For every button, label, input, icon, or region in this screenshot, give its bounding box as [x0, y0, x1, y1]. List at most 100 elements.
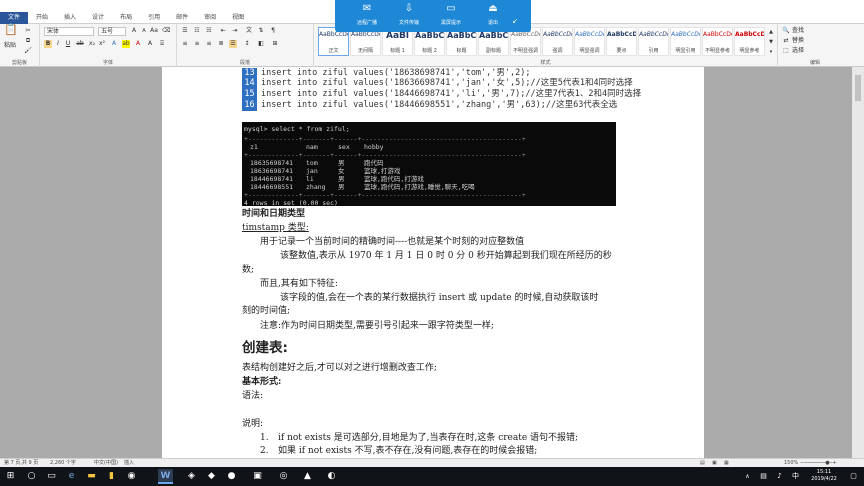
find-button[interactable]: 查找: [792, 27, 804, 35]
word-icon[interactable]: W: [158, 469, 173, 484]
zoom-slider[interactable]: −───────●─+: [800, 459, 837, 467]
shrink-font-icon[interactable]: A: [140, 27, 148, 35]
search-icon[interactable]: ○: [24, 469, 39, 484]
style-subtle-reference[interactable]: AaBbCcDd 不明显参考: [702, 27, 733, 56]
chrome-icon[interactable]: ◉: [124, 469, 139, 484]
collapse-toolbar-button[interactable]: ↙: [503, 15, 527, 27]
vertical-scrollbar[interactable]: [852, 67, 864, 458]
tab-file[interactable]: 文件: [0, 11, 29, 24]
align-right-icon[interactable]: ≡: [205, 40, 213, 48]
copy-icon[interactable]: ⧉: [24, 37, 32, 45]
sort-icon[interactable]: ⇅: [257, 27, 265, 35]
style-emphasis[interactable]: AaBbCcDd 强调: [542, 27, 573, 56]
tab-home[interactable]: 开始: [28, 12, 56, 24]
styles-scroll-up-icon[interactable]: ▲: [767, 28, 775, 36]
app-icon[interactable]: ◈: [184, 469, 199, 484]
black-screen-button[interactable]: ▭ 黑屏提示: [433, 3, 469, 26]
tab-insert[interactable]: 插入: [56, 12, 84, 24]
web-layout-icon[interactable]: ▦: [724, 459, 729, 467]
strikethrough-icon[interactable]: ab: [76, 40, 84, 48]
app-icon[interactable]: ◐: [324, 469, 339, 484]
bold-icon[interactable]: B: [44, 40, 52, 48]
ie-icon[interactable]: e: [64, 469, 79, 484]
page-count[interactable]: 第 7 页,共 9 页: [4, 459, 38, 467]
line-spacing-icon[interactable]: ↕: [243, 40, 251, 48]
superscript-icon[interactable]: x²: [98, 40, 106, 48]
scrollbar-thumb[interactable]: [855, 75, 861, 101]
subscript-icon[interactable]: x₂: [88, 40, 96, 48]
highlight-icon[interactable]: ab: [122, 40, 130, 48]
print-layout-icon[interactable]: ▣: [712, 459, 717, 467]
paste-button[interactable]: 粘贴: [4, 42, 16, 50]
align-left-icon[interactable]: ≡: [181, 40, 189, 48]
document-page[interactable]: 13 insert into ziful values('18638698741'…: [162, 67, 704, 458]
task-view-icon[interactable]: ▭: [44, 469, 59, 484]
grow-font-icon[interactable]: A: [130, 27, 138, 35]
file-transfer-button[interactable]: ⇩ 文件传输: [391, 3, 427, 26]
start-icon[interactable]: ⊞: [3, 469, 18, 484]
language-indicator[interactable]: 中文(中国): [94, 459, 118, 467]
find-icon[interactable]: 🔍: [782, 27, 790, 35]
style-intense-quote[interactable]: AaBbCcDd 明显引用: [670, 27, 701, 56]
styles-more-icon[interactable]: ▾: [767, 48, 775, 56]
format-painter-icon[interactable]: 🖌: [24, 47, 32, 55]
style-quote[interactable]: AaBbCcDd 引用: [638, 27, 669, 56]
word-count[interactable]: 2,260 个字: [50, 459, 76, 467]
select-icon[interactable]: ⬚: [782, 47, 790, 55]
tab-references[interactable]: 引用: [140, 12, 168, 24]
char-border-icon[interactable]: ⌸: [158, 40, 166, 48]
font-color-icon[interactable]: A: [134, 40, 142, 48]
distributed-icon[interactable]: ☰: [229, 40, 237, 48]
volume-icon[interactable]: ♪: [772, 469, 787, 484]
file-explorer-icon[interactable]: ▬: [84, 469, 99, 484]
system-clock[interactable]: 15:11 2019/4/22: [806, 469, 842, 483]
style-intense-emphasis[interactable]: AaBbCcDd 明显强调: [574, 27, 605, 56]
read-mode-icon[interactable]: ▤: [700, 459, 705, 467]
style-strong[interactable]: AaBbCcDd 要点: [606, 27, 637, 56]
remote-broadcast-button[interactable]: ✉ 远程广播: [349, 3, 385, 26]
replace-button[interactable]: 替换: [792, 37, 804, 45]
notification-icon[interactable]: ▢: [846, 469, 861, 484]
tab-layout[interactable]: 布局: [112, 12, 140, 24]
zoom-level[interactable]: 150%: [784, 459, 798, 467]
shading-icon[interactable]: ◧: [257, 40, 265, 48]
bullets-icon[interactable]: ☰: [181, 27, 189, 35]
multilevel-list-icon[interactable]: ☵: [205, 27, 213, 35]
tab-review[interactable]: 审阅: [196, 12, 224, 24]
underline-icon[interactable]: U: [64, 40, 72, 48]
decrease-indent-icon[interactable]: ⇤: [219, 27, 227, 35]
italic-icon[interactable]: I: [54, 40, 62, 48]
app-icon[interactable]: ▣: [250, 469, 265, 484]
borders-icon[interactable]: ⊞: [271, 40, 279, 48]
text-effects-icon[interactable]: A: [110, 40, 118, 48]
chinese-layout-icon[interactable]: 文: [245, 27, 253, 35]
change-case-icon[interactable]: Aa: [150, 27, 158, 35]
network-icon[interactable]: ▤: [756, 469, 771, 484]
select-button[interactable]: 选择: [792, 47, 804, 55]
tab-view[interactable]: 视图: [224, 12, 252, 24]
style-intense-reference[interactable]: AaBbCcDd 明显参考: [734, 27, 765, 56]
styles-scroll-down-icon[interactable]: ▼: [767, 38, 775, 46]
ime-icon[interactable]: 中: [788, 469, 803, 484]
tray-chevron-icon[interactable]: ∧: [740, 469, 755, 484]
app-icon[interactable]: ◎: [276, 469, 291, 484]
app-icon[interactable]: ▲: [300, 469, 315, 484]
justify-icon[interactable]: ≣: [217, 40, 225, 48]
numbering-icon[interactable]: ☷: [193, 27, 201, 35]
clear-format-icon[interactable]: ⌫: [162, 27, 170, 35]
show-marks-icon[interactable]: ¶: [269, 27, 277, 35]
increase-indent-icon[interactable]: ⇥: [231, 27, 239, 35]
font-size-select[interactable]: 五号: [98, 27, 126, 36]
paste-icon[interactable]: 📋: [4, 24, 18, 40]
char-shading-icon[interactable]: A: [146, 40, 154, 48]
replace-icon[interactable]: ⇄: [782, 37, 790, 45]
tab-mailings[interactable]: 邮件: [168, 12, 196, 24]
insert-mode[interactable]: 插入: [124, 459, 134, 467]
app-icon[interactable]: ●: [224, 469, 239, 484]
font-name-select[interactable]: 宋体: [44, 27, 94, 36]
app-icon[interactable]: ◆: [204, 469, 219, 484]
folder-icon[interactable]: ▮: [104, 469, 119, 484]
align-center-icon[interactable]: ≡: [193, 40, 201, 48]
cut-icon[interactable]: ✂: [24, 27, 32, 35]
tab-design[interactable]: 设计: [84, 12, 112, 24]
